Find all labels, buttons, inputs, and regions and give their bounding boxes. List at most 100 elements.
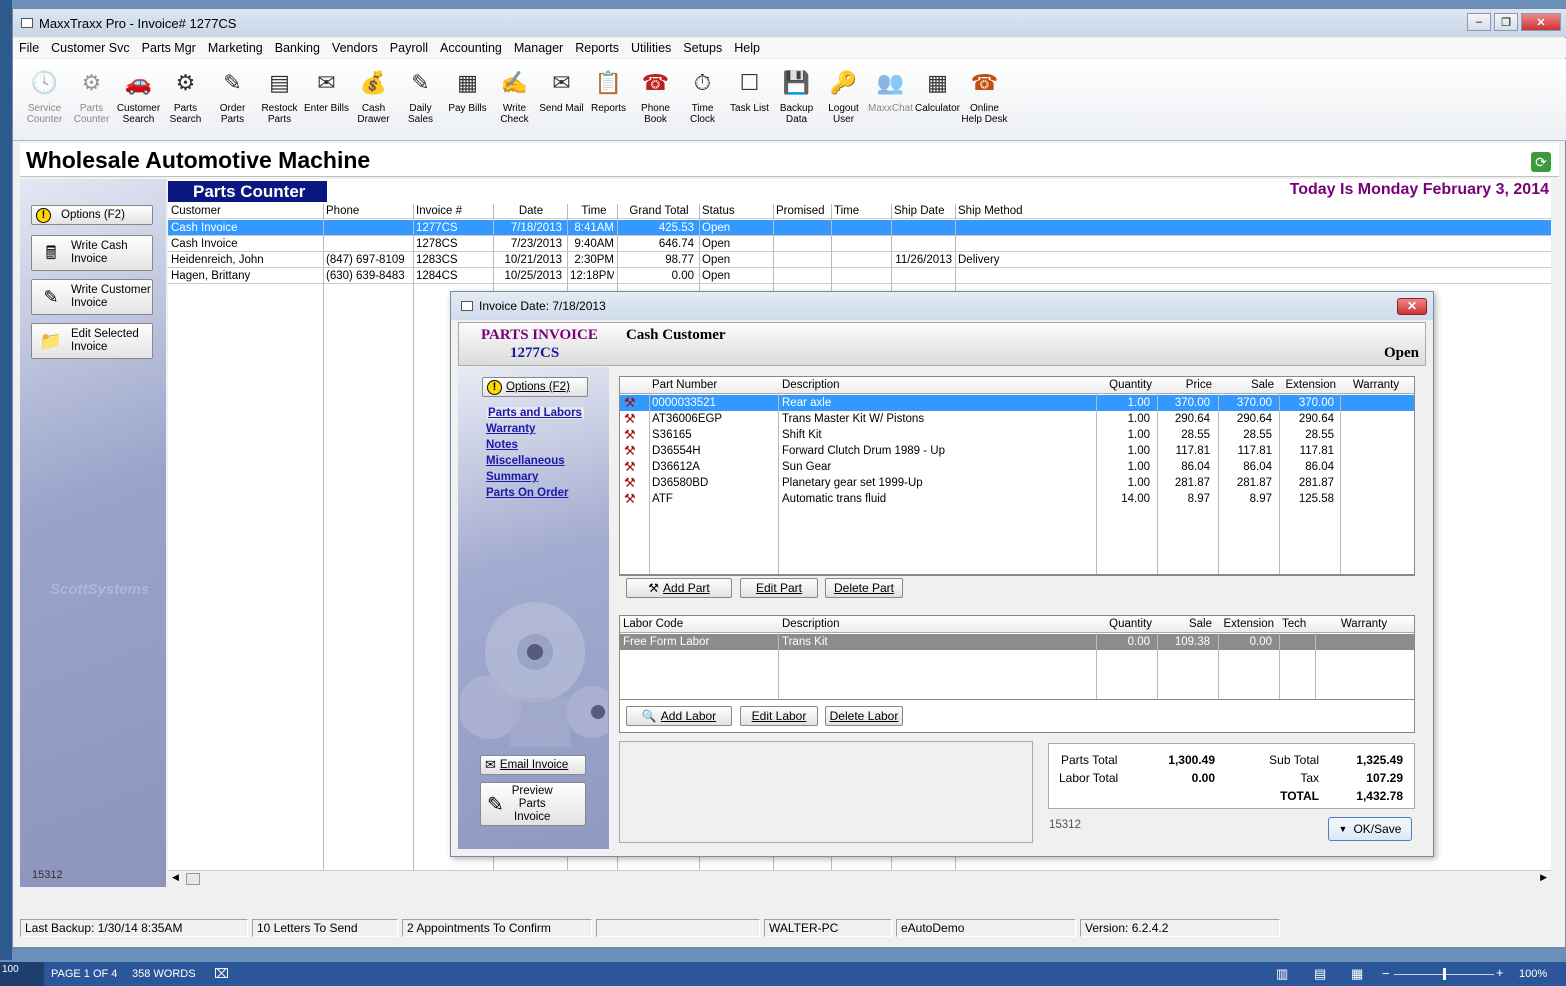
print-layout-icon[interactable]: ▤ (1314, 966, 1326, 982)
toolbar-online-help-desk[interactable]: ☎ Online Help Desk (961, 59, 1008, 137)
nav-parts-and-labors[interactable]: Parts and Labors (486, 407, 584, 419)
proofing-icon[interactable]: ⌧ (214, 966, 229, 982)
toolbar-send-mail[interactable]: ✉ Send Mail (538, 59, 585, 137)
toolbar-logout-user[interactable]: 🔑 Logout User (820, 59, 867, 137)
nav-parts-on-order[interactable]: Parts On Order (486, 487, 568, 499)
part-row[interactable]: ⚒ D36580BD Planetary gear set 1999-Up 1.00 2… (620, 475, 1414, 491)
parts-col-sale[interactable]: Sale (1220, 377, 1274, 394)
write-customer-invoice-button[interactable]: ✎ Write Customer Invoice (31, 279, 153, 315)
toolbar-customer-search[interactable]: 🚗 Customer Search (115, 59, 162, 137)
toolbar-service-counter[interactable]: 🕓 Service Counter (21, 59, 68, 137)
scroll-left-icon[interactable]: ◀ (172, 872, 179, 883)
zoom-slider[interactable] (1394, 968, 1494, 980)
menu-vendors[interactable]: Vendors (326, 41, 384, 55)
toolbar-backup-data[interactable]: 💾 Backup Data (773, 59, 820, 137)
menu-help[interactable]: Help (728, 41, 766, 55)
options-button[interactable]: ! Options (F2) (482, 377, 588, 397)
parts-col-warranty[interactable]: Warranty (1344, 377, 1408, 394)
part-row[interactable]: ⚒ S36165 Shift Kit 1.00 28.55 28.55 28.55 (620, 427, 1414, 443)
col-header-date[interactable]: Date (496, 204, 566, 219)
labor-col-labor-code[interactable]: Labor Code (623, 616, 775, 633)
menu-marketing[interactable]: Marketing (202, 41, 269, 55)
invoice-row[interactable]: Cash Invoice 1278CS 7/23/2013 9:40AM 646.74 O… (168, 236, 1551, 252)
web-layout-icon[interactable]: ▦ (1351, 966, 1363, 982)
maximize-button[interactable]: ❐ (1494, 13, 1518, 31)
col-header-promised[interactable]: Promised (776, 204, 832, 219)
delete-part-button[interactable]: Delete Part (825, 578, 903, 598)
menu-banking[interactable]: Banking (269, 41, 326, 55)
labor-col-warranty[interactable]: Warranty (1318, 616, 1410, 633)
menu-payroll[interactable]: Payroll (384, 41, 434, 55)
zoom-out-icon[interactable]: − (1382, 966, 1390, 981)
parts-col-description[interactable]: Description (782, 377, 1094, 394)
parts-col-extension[interactable]: Extension (1282, 377, 1336, 394)
col-header-status[interactable]: Status (702, 204, 772, 219)
toolbar-enter-bills[interactable]: ✉ Enter Bills (303, 59, 350, 137)
menu-customer-svc[interactable]: Customer Svc (45, 41, 136, 55)
col-header-phone[interactable]: Phone (326, 204, 414, 219)
nav-notes[interactable]: Notes (486, 439, 518, 451)
zoom-in-icon[interactable]: + (1496, 965, 1504, 980)
zoom-slider-thumb[interactable] (1443, 968, 1446, 980)
email-invoice-button[interactable]: ✉ Email Invoice (480, 755, 586, 775)
part-row[interactable]: ⚒ 0000033521 Rear axle 1.00 370.00 370.00 370.… (620, 395, 1414, 411)
labor-col-description[interactable]: Description (782, 616, 1094, 633)
toolbar-restock-parts[interactable]: ▤ Restock Parts (256, 59, 303, 137)
parts-col-price[interactable]: Price (1160, 377, 1212, 394)
preview-parts-invoice-button[interactable]: ✎ Preview Parts Invoice (480, 782, 586, 826)
labor-col-extension[interactable]: Extension (1220, 616, 1274, 633)
invoice-row[interactable]: Heidenreich, John (847) 697-8109 1283CS 10/… (168, 252, 1551, 268)
menu-setups[interactable]: Setups (677, 41, 728, 55)
horizontal-scrollbar[interactable]: ◀ ▶ (168, 870, 1551, 887)
menu-file[interactable]: File (13, 41, 45, 55)
menu-accounting[interactable]: Accounting (434, 41, 508, 55)
menu-reports[interactable]: Reports (569, 41, 625, 55)
labor-col-quantity[interactable]: Quantity (1100, 616, 1152, 633)
edit-selected-invoice-button[interactable]: 📁 Edit Selected Invoice (31, 323, 153, 359)
toolbar-reports[interactable]: 📋 Reports (585, 59, 632, 137)
toolbar-pay-bills[interactable]: ▦ Pay Bills (444, 59, 491, 137)
zoom-level[interactable]: 100% (1519, 968, 1547, 980)
menu-manager[interactable]: Manager (508, 41, 569, 55)
minimize-button[interactable]: – (1467, 13, 1491, 31)
toolbar-phone-book[interactable]: ☎ Phone Book (632, 59, 679, 137)
labor-col-sale[interactable]: Sale (1160, 616, 1212, 633)
nav-warranty[interactable]: Warranty (486, 423, 535, 435)
dialog-close-button[interactable]: ✕ (1397, 298, 1427, 315)
invoice-row[interactable]: Hagen, Brittany (630) 639-8483 1284CS 10/25… (168, 268, 1551, 284)
word-count[interactable]: 358 WORDS (132, 968, 196, 980)
menu-parts-mgr[interactable]: Parts Mgr (136, 41, 202, 55)
refresh-icon[interactable]: ⟳ (1531, 152, 1551, 172)
ok-save-button[interactable]: ▼ OK/Save (1328, 817, 1412, 841)
part-row[interactable]: ⚒ D36554H Forward Clutch Drum 1989 - Up 1.0… (620, 443, 1414, 459)
read-mode-icon[interactable]: ▥ (1276, 966, 1288, 982)
page-count[interactable]: PAGE 1 OF 4 (51, 968, 117, 980)
col-header-customer[interactable]: Customer (171, 204, 321, 219)
invoice-row[interactable]: Cash Invoice 1277CS 7/18/2013 8:41AM 425.53 O… (168, 220, 1551, 236)
toolbar-cash-drawer[interactable]: 💰 Cash Drawer (350, 59, 397, 137)
toolbar-calculator[interactable]: ▦ Calculator (914, 59, 961, 137)
toolbar-write-check[interactable]: ✍ Write Check (491, 59, 538, 137)
write-cash-invoice-button[interactable]: 🖩 Write Cash Invoice (31, 235, 153, 271)
scroll-right-icon[interactable]: ▶ (1540, 872, 1547, 883)
toolbar-time-clock[interactable]: ⏱ Time Clock (679, 59, 726, 137)
nav-miscellaneous[interactable]: Miscellaneous (486, 455, 565, 467)
toolbar-parts-counter[interactable]: ⚙ Parts Counter (68, 59, 115, 137)
toolbar-order-parts[interactable]: ✎ Order Parts (209, 59, 256, 137)
part-row[interactable]: ⚒ D36612A Sun Gear 1.00 86.04 86.04 86.04 (620, 459, 1414, 475)
col-header-time[interactable]: Time (570, 204, 618, 219)
nav-summary[interactable]: Summary (486, 471, 538, 483)
toolbar-daily-sales[interactable]: ✎ Daily Sales (397, 59, 444, 137)
edit-labor-button[interactable]: Edit Labor (740, 706, 818, 726)
toolbar-maxxchat[interactable]: 👥 MaxxChat (867, 59, 914, 137)
notes-area[interactable] (619, 741, 1033, 843)
scroll-thumb[interactable] (186, 873, 200, 885)
add-labor-button[interactable]: 🔍 Add Labor (626, 706, 732, 726)
parts-col-part-number[interactable]: Part Number (652, 377, 774, 394)
col-header-ship-date[interactable]: Ship Date (894, 204, 956, 219)
col-header-invoice[interactable]: Invoice # (416, 204, 494, 219)
col-header-time[interactable]: Time (834, 204, 892, 219)
part-row[interactable]: ⚒ ATF Automatic trans fluid 14.00 8.97 8.97 12… (620, 491, 1414, 507)
close-button[interactable]: ✕ (1521, 13, 1561, 31)
add-part-button[interactable]: ⚒ Add Part (626, 578, 732, 598)
